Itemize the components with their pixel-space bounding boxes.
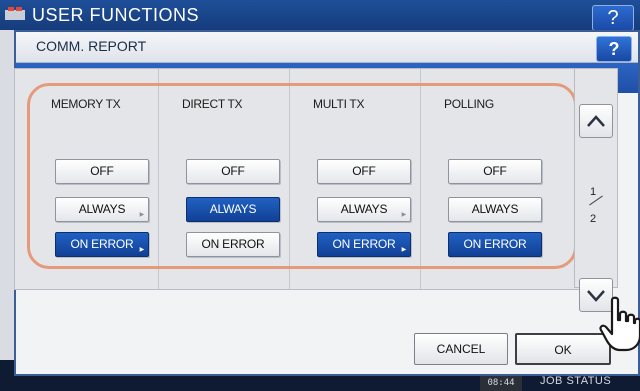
- clock: 08:44: [480, 376, 522, 391]
- ok-button-label: OK: [554, 343, 572, 357]
- page-total: 2: [590, 213, 597, 225]
- outer-help-button[interactable]: ?: [592, 5, 634, 31]
- cancel-button-label: CANCEL: [436, 342, 486, 356]
- pager-column: [574, 68, 618, 288]
- scroll-up-button[interactable]: [579, 104, 613, 138]
- user-functions-title: USER FUNCTIONS: [32, 5, 200, 25]
- job-status-button[interactable]: JOB STATUS: [540, 375, 611, 387]
- highlight-outline: [27, 83, 577, 269]
- dialog-titlebar: COMM. REPORT ?: [16, 32, 638, 63]
- chevron-up-icon: [587, 115, 605, 127]
- user-functions-icon: [5, 7, 25, 20]
- help-button[interactable]: ?: [596, 36, 632, 62]
- cancel-button[interactable]: CANCEL: [414, 333, 508, 365]
- ok-button[interactable]: OK: [515, 333, 611, 365]
- user-functions-titlebar: USER FUNCTIONS ?: [0, 0, 640, 31]
- hand-pointer-icon: [599, 296, 640, 352]
- dialog-title: COMM. REPORT: [36, 38, 147, 54]
- page-current: 1: [590, 186, 597, 198]
